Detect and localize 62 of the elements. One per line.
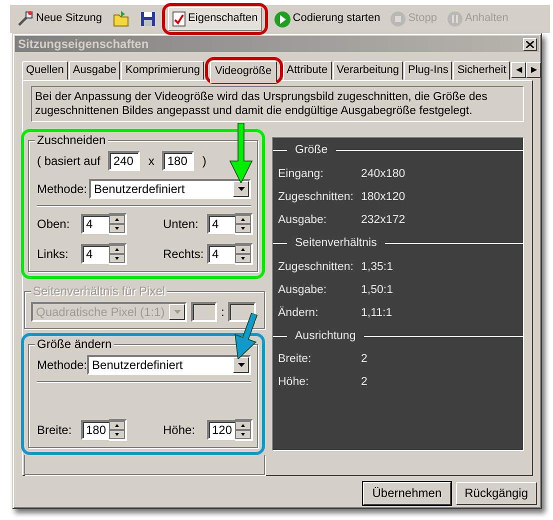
separator-text: : bbox=[221, 304, 224, 320]
summary-label: Ändern: bbox=[278, 306, 320, 321]
bracket-text: ) bbox=[202, 154, 206, 168]
dialog-button[interactable]: Rückgängig bbox=[456, 482, 537, 505]
close-icon bbox=[526, 40, 534, 48]
section-title: Größe bbox=[295, 144, 328, 158]
summary-label: Ausgabe: bbox=[278, 214, 328, 228]
summary-label: Höhe: bbox=[278, 376, 310, 390]
group-title: Größe ändern bbox=[35, 337, 114, 352]
field-label: Breite: bbox=[37, 422, 72, 438]
tab[interactable]: Verarbeitung bbox=[332, 61, 403, 80]
tab[interactable]: Quellen bbox=[22, 61, 68, 80]
tab[interactable]: Attribute bbox=[282, 61, 332, 80]
section-title: Ausrichtung bbox=[295, 330, 356, 344]
checked-document-icon bbox=[172, 11, 186, 27]
toolbar-button[interactable]: Neue Sitzung bbox=[12, 7, 106, 31]
separator-text: x bbox=[148, 154, 154, 168]
summary-label: Eingang: bbox=[278, 168, 324, 182]
summary-label: Zugeschnitten: bbox=[278, 260, 354, 275]
number-field[interactable]: 240 bbox=[108, 151, 140, 171]
stop-icon bbox=[390, 11, 406, 27]
field-label: ( basiert auf bbox=[37, 154, 100, 168]
tab-scroll-button[interactable]: ◀ bbox=[511, 62, 526, 78]
summary-label: Zugeschnitten: bbox=[278, 190, 354, 205]
play-icon bbox=[274, 10, 291, 28]
folder-icon bbox=[112, 10, 130, 28]
summary-value: 2 bbox=[361, 376, 368, 390]
summary-value: 1,35:1 bbox=[361, 260, 393, 275]
group-title: Zuschneiden bbox=[35, 133, 108, 148]
pause-icon bbox=[446, 11, 463, 27]
number-field[interactable]: 180 bbox=[162, 151, 194, 171]
summary-value: 2 bbox=[361, 353, 368, 368]
field-label: Methode: bbox=[37, 358, 88, 372]
summary-value: 180x120 bbox=[361, 190, 406, 205]
field-label: Rechts: bbox=[163, 246, 204, 262]
method-dropdown[interactable]: Benutzerdefiniert bbox=[89, 179, 251, 199]
close-button[interactable] bbox=[523, 38, 537, 50]
tab[interactable]: Plug-Ins bbox=[404, 61, 452, 80]
field-label: Oben: bbox=[37, 216, 70, 232]
method-dropdown[interactable]: Benutzerdefiniert bbox=[87, 355, 251, 375]
summary-value: 232x172 bbox=[361, 214, 406, 228]
summary-value: 240x180 bbox=[361, 168, 406, 182]
dialog-button[interactable]: Übernehmen bbox=[363, 482, 451, 505]
toolbar-button[interactable]: Eigenschaften bbox=[168, 7, 262, 31]
tab[interactable]: Videogröße bbox=[210, 61, 277, 83]
summary-label: Breite: bbox=[278, 353, 312, 368]
field-label: Höhe: bbox=[163, 422, 196, 438]
tab[interactable]: Komprimierung bbox=[121, 61, 204, 80]
window-title: Sitzungseigenschaften bbox=[18, 36, 149, 52]
tab-scroll-button[interactable]: ▶ bbox=[526, 62, 542, 78]
field-label: Methode: bbox=[37, 182, 88, 196]
tab[interactable]: Ausgabe bbox=[68, 61, 120, 80]
summary-value: 1,50:1 bbox=[361, 284, 393, 298]
wand-icon bbox=[16, 10, 34, 28]
summary-value: 1,11:1 bbox=[361, 306, 392, 321]
description-text: Bei der Anpassung der Videogröße wird das Ursprungsbild zugeschnitten, die Größe des zugeschnittenen Bildes angepasst und damit die endgültige Ausgabegröße festgelegt. bbox=[31, 86, 524, 122]
field-label: Links: bbox=[37, 246, 68, 262]
section-title: Seitenverhältnis bbox=[295, 236, 377, 251]
summary-label: Ausgabe: bbox=[278, 284, 328, 298]
toolbar-button[interactable]: Codierung starten bbox=[270, 7, 384, 31]
tab[interactable]: Sicherheit bbox=[453, 61, 510, 80]
field-label: Unten: bbox=[163, 216, 198, 232]
